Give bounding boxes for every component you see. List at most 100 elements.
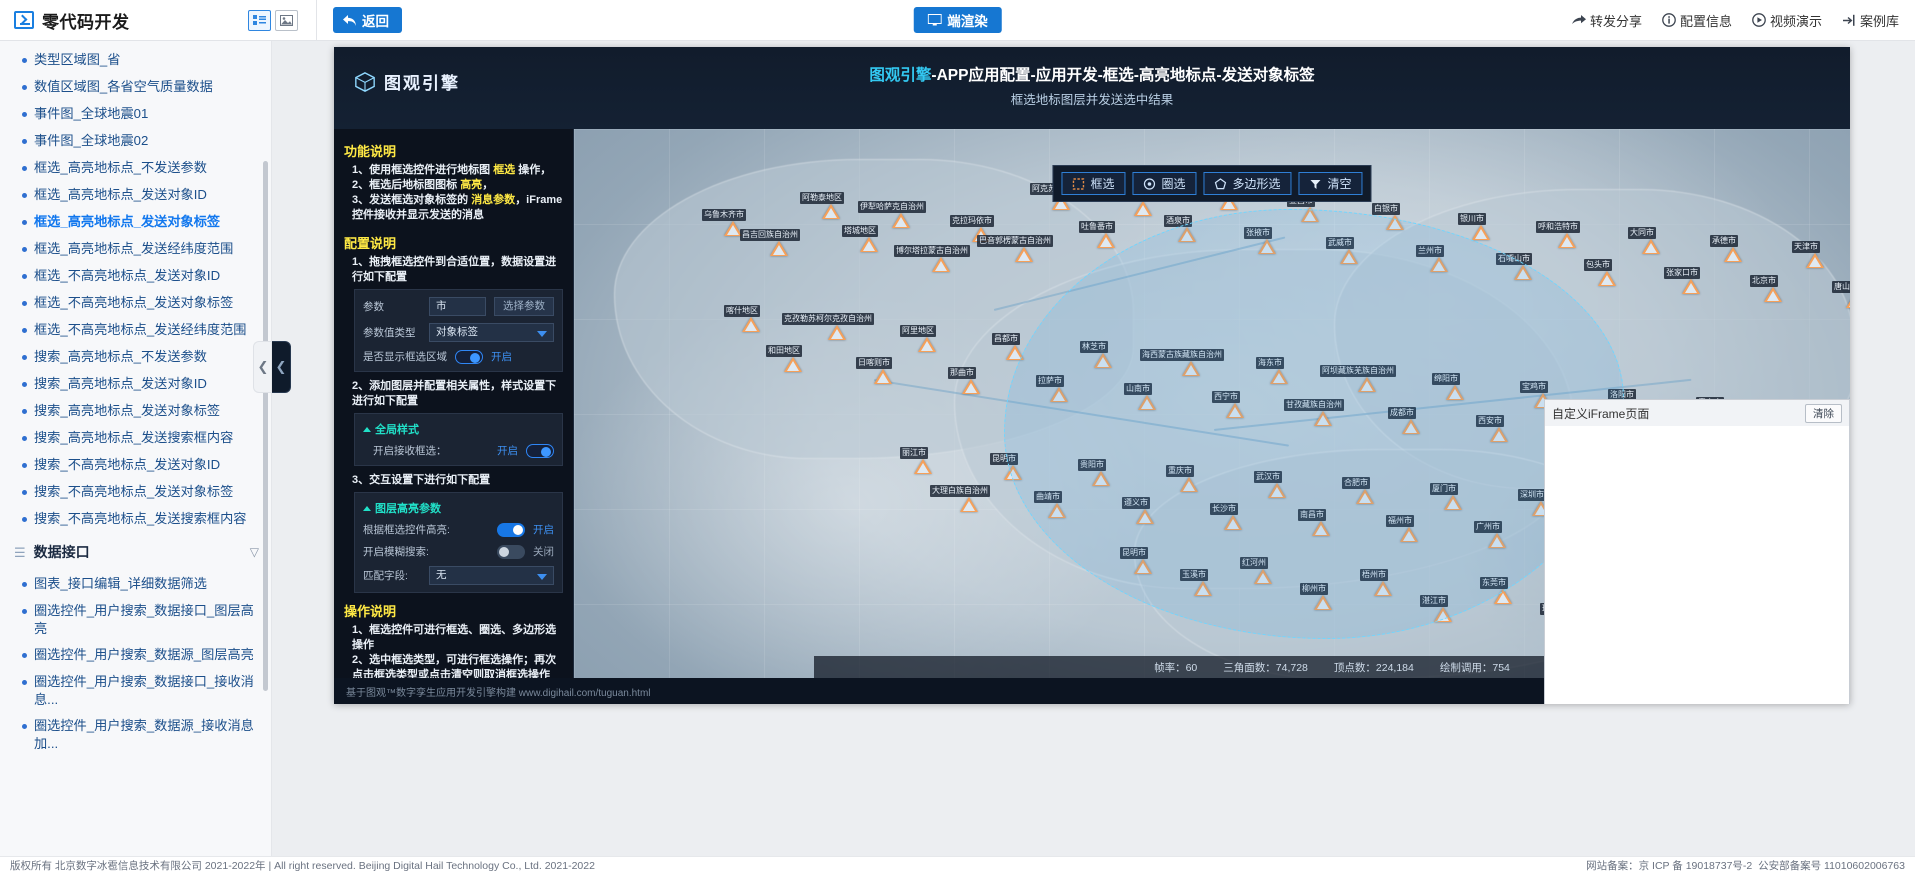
sidebar-item[interactable]: 事件图_全球地震02 [0,128,271,155]
map-marker[interactable] [1724,247,1742,262]
map-marker[interactable] [828,325,846,340]
map-marker[interactable] [822,204,840,219]
map-marker[interactable] [784,357,802,372]
map-marker[interactable] [770,241,788,256]
highlight-by-control-toggle[interactable] [497,523,525,537]
sidebar-item[interactable]: 搜索_不高亮地标点_发送对象标签 [0,479,271,506]
vertex-stat: 顶点数：224,184 [1334,660,1414,675]
map-marker[interactable] [1558,233,1576,248]
map-marker[interactable] [962,379,980,394]
sidebar-item-label: 框选_不高亮地标点_发送对象ID [34,267,220,285]
map-marker-label: 乌鲁木齐市 [702,209,746,221]
fuzzy-search-toggle[interactable] [497,545,525,559]
map-marker[interactable] [892,213,910,228]
map-marker[interactable] [1682,279,1700,294]
bullet-icon [22,193,27,198]
receive-selection-toggle[interactable] [526,444,554,458]
rectangle-select-button[interactable]: 框选 [1061,172,1125,195]
map-marker[interactable] [1598,271,1616,286]
sidebar-group-item[interactable]: 圈选控件_用户搜索_数据接口_图层高亮 [0,598,271,642]
sidebar-item[interactable]: 框选_高亮地标点_不发送参数 [0,155,271,182]
preview-canvas: 图观引擎 图观引擎-APP应用配置-应用开发-框选-高亮地标点-发送对象标签 框… [334,47,1850,704]
sidebar-item[interactable]: 框选_高亮地标点_发送经纬度范围 [0,236,271,263]
map-marker[interactable] [1846,293,1850,308]
sidebar-item[interactable]: 类型区域图_省 [0,47,271,74]
match-field-select[interactable]: 无 [429,566,554,585]
sidebar-item[interactable]: 框选_高亮地标点_发送对象标签 [0,209,271,236]
sidebar-group-item-label: 圈选控件_用户搜索_数据接口_接收消息... [34,673,261,709]
map-marker[interactable] [1764,287,1782,302]
map-marker-label: 博尔塔拉蒙古自治州 [894,245,970,257]
list-view-button[interactable] [248,10,271,31]
sidebar-item-label: 框选_高亮地标点_发送经纬度范围 [34,240,233,258]
map-marker[interactable] [1015,247,1033,262]
map-marker[interactable] [914,459,932,474]
bullet-icon [22,609,27,614]
config-box-layer-highlight: 图层高亮参数 根据框选控件高亮: 开启 开启模糊搜索: 关闭 匹配字段: 无 [354,492,563,593]
sidebar-item[interactable]: 框选_不高亮地标点_发送经纬度范围 [0,317,271,344]
sidebar-item[interactable]: 数值区域图_各省空气质量数据 [0,74,271,101]
bullet-icon [22,724,27,729]
sidebar-item-label: 框选_高亮地标点_发送对象ID [34,186,207,204]
sidebar-scrollbar[interactable] [263,161,268,691]
render-button-label: 端渲染 [947,10,988,30]
case-library-action[interactable]: 案例库 [1842,11,1899,30]
map-marker[interactable] [1134,201,1152,216]
sidebar-item[interactable]: 框选_不高亮地标点_发送对象ID [0,263,271,290]
map-viewport[interactable]: 乌鲁木齐市昌吉回族自治州阿勒泰地区塔城地区伊犁哈萨克自治州博尔塔拉蒙古自治州克拉… [574,129,1850,704]
sidebar-item[interactable]: 框选_不高亮地标点_发送对象标签 [0,290,271,317]
map-marker-label: 塔城地区 [842,225,878,237]
sidebar-item[interactable]: 搜索_高亮地标点_不发送参数 [0,344,271,371]
top-bar: 零代码开发 返回 [0,0,1915,41]
doc-panel-collapse-button[interactable]: ❮ [272,341,291,393]
map-marker[interactable] [1097,233,1115,248]
map-marker[interactable] [918,337,936,352]
circle-select-button[interactable]: 圈选 [1132,172,1196,195]
select-param-button[interactable]: 选择参数 [494,297,554,316]
sidebar-item[interactable]: 框选_高亮地标点_发送对象ID [0,182,271,209]
back-button[interactable]: 返回 [333,7,402,33]
polygon-select-button[interactable]: 多边形选 [1204,172,1292,195]
sidebar-group-item[interactable]: 圈选控件_用户搜索_数据源_图层高亮 [0,642,271,669]
share-action[interactable]: 转发分享 [1572,11,1642,30]
sidebar-item[interactable]: 搜索_不高亮地标点_发送对象ID [0,452,271,479]
share-action-label: 转发分享 [1590,11,1642,30]
render-button[interactable]: 端渲染 [913,7,1002,33]
map-marker-label: 日喀则市 [856,357,892,369]
image-view-button[interactable] [275,10,298,31]
video-demo-action[interactable]: 视频演示 [1752,11,1822,30]
sidebar-group-item[interactable]: 图表_接口编辑_详细数据筛选 [0,571,271,598]
sidebar-item[interactable]: 搜索_高亮地标点_发送搜索框内容 [0,425,271,452]
show-area-toggle[interactable] [455,350,483,364]
param-input[interactable]: 市 [429,297,486,316]
sidebar-item[interactable]: 搜索_高亮地标点_发送对象标签 [0,398,271,425]
map-marker[interactable] [1806,253,1824,268]
sidebar-item[interactable]: 搜索_高亮地标点_发送对象ID [0,371,271,398]
sidebar-group-item[interactable]: 圈选控件_用户搜索_数据接口_接收消息... [0,669,271,713]
sidebar-collapse-button[interactable]: ❮ [253,341,272,393]
bullet-icon [22,139,27,144]
clear-selection-button[interactable]: 清空 [1299,172,1363,195]
iframe-widget: 自定义iFrame页面 清除 [1544,399,1850,704]
map-marker[interactable] [860,237,878,252]
bullet-icon [22,582,27,587]
map-marker[interactable] [960,497,978,512]
config-info-action[interactable]: 配置信息 [1662,11,1732,30]
map-marker[interactable] [1642,239,1660,254]
show-area-state: 开启 [491,349,512,364]
param-label: 参数 [363,299,421,314]
map-marker[interactable] [742,317,760,332]
map-marker[interactable] [932,257,950,272]
layer-highlight-title: 图层高亮参数 [363,500,554,516]
sidebar-group-item[interactable]: 圈选控件_用户搜索_数据源_接收消息加... [0,713,271,757]
view-toggle[interactable] [248,10,298,31]
sidebar-item-label: 搜索_高亮地标点_发送对象标签 [34,402,220,420]
sidebar-item[interactable]: 事件图_全球地震01 [0,101,271,128]
sidebar-item[interactable]: 搜索_不高亮地标点_发送搜索框内容 [0,506,271,533]
value-type-select[interactable]: 对象标签 [429,323,554,342]
iframe-clear-button[interactable]: 清除 [1805,404,1842,423]
map-marker[interactable] [874,369,892,384]
sidebar-group-data-interface[interactable]: ☰ 数据接口 ▽ [0,533,271,571]
map-marker[interactable] [1472,225,1490,240]
fuzzy-search-label: 开启模糊搜索: [363,544,489,559]
